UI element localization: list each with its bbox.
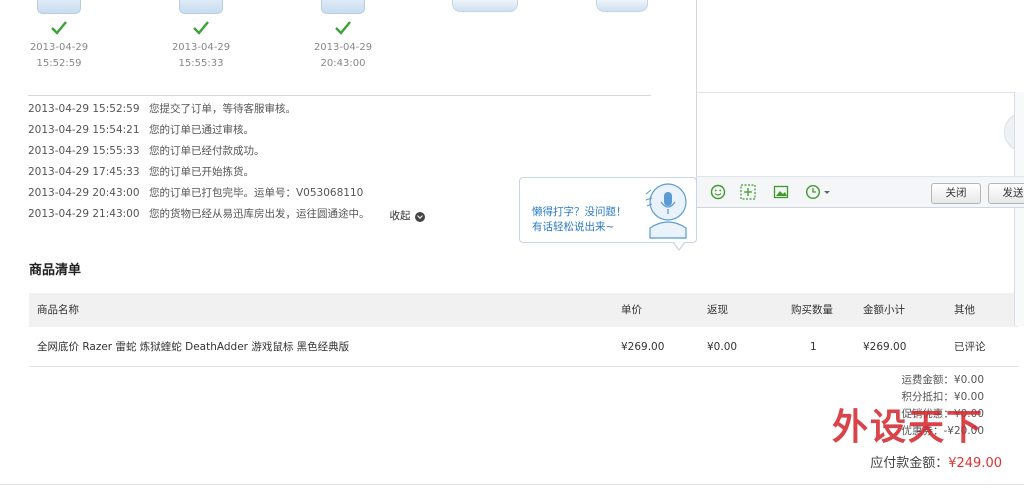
- header-cashback: 返现: [707, 304, 728, 316]
- step-date: 2013-04-29: [171, 42, 231, 53]
- log-message: 您的订单已打包完毕。运单号：V053068110: [149, 187, 364, 199]
- log-message: 您的订单已通过审核。: [149, 124, 254, 136]
- product-price: ¥269.00: [621, 341, 665, 353]
- log-time: 2013-04-29 20:43:00: [28, 187, 140, 199]
- log-time: 2013-04-29 21:43:00: [28, 208, 140, 220]
- image-icon[interactable]: [773, 184, 789, 200]
- chat-toolbar: 关闭 发送: [696, 176, 1024, 208]
- log-message: 您的货物已经从易迅库房出发，运往圆通途中。: [149, 208, 370, 220]
- watermark-logo: 外设天下: [832, 398, 1008, 448]
- product-qty: 1: [810, 341, 817, 353]
- log-row: 2013-04-29 21:43:00 您的货物已经从易迅库房出发，运往圆通途中…: [28, 206, 425, 227]
- progress-step-1: 2013-04-29 15:52:59: [4, 0, 114, 72]
- chevron-down-icon[interactable]: [823, 184, 831, 200]
- header-qty: 购买数量: [791, 304, 833, 316]
- header-price: 单价: [621, 304, 642, 316]
- voice-tip-line1: 懒得打字？没问题！: [532, 206, 627, 218]
- check-icon: [193, 21, 209, 35]
- clock-icon[interactable]: [805, 184, 821, 200]
- send-button[interactable]: 发送: [988, 183, 1024, 204]
- step-date: 2013-04-29: [29, 42, 89, 53]
- header-other: 其他: [954, 304, 975, 316]
- step-time: 20:43:00: [320, 58, 366, 69]
- header-name: 商品名称: [37, 304, 79, 316]
- shipping-fee: 运费金额：¥0.00: [901, 374, 984, 386]
- check-icon: [51, 21, 67, 35]
- table-row: 全网底价 Razer 雷蛇 炼狱蝰蛇 DeathAdder 游戏鼠标 黑色经典版…: [29, 327, 1019, 367]
- log-message: 您的订单已开始拣货。: [149, 166, 254, 178]
- product-cashback: ¥0.00: [707, 341, 738, 353]
- payable-label: 应付款金额：: [870, 456, 949, 471]
- payable-total: 应付款金额：¥249.00: [870, 452, 1002, 471]
- log-time: 2013-04-29 15:54:21: [28, 124, 140, 136]
- chat-message-area[interactable]: [696, 0, 1024, 92]
- order-log: 2013-04-29 15:52:59 您提交了订单，等待客服审核。 2013-…: [28, 101, 425, 227]
- step-date: 2013-04-29: [313, 42, 373, 53]
- collapse-toggle[interactable]: 收起: [390, 206, 425, 227]
- step-image: [179, 0, 223, 14]
- log-row: 2013-04-29 15:54:21 您的订单已通过审核。: [28, 122, 425, 143]
- voice-tip-line2: 有话轻松说出来~: [532, 221, 615, 233]
- step-image: [321, 0, 365, 14]
- emoji-icon[interactable]: [710, 184, 726, 200]
- chevron-down-icon: [414, 211, 425, 222]
- step-time: 15:55:33: [178, 58, 224, 69]
- chat-input-area[interactable]: [696, 92, 1024, 176]
- voice-mascot-icon: [645, 183, 687, 239]
- footer-divider: [0, 484, 1024, 485]
- log-time: 2013-04-29 17:45:33: [28, 166, 140, 178]
- product-table-header: 商品名称 单价 返现 购买数量 金额小计 其他: [29, 293, 1019, 327]
- log-row: 2013-04-29 20:43:00 您的订单已打包完毕。运单号：V05306…: [28, 185, 425, 206]
- step-time: 15:52:59: [36, 58, 82, 69]
- progress-step-3: 2013-04-29 20:43:00: [288, 0, 398, 72]
- divider: [28, 95, 651, 96]
- step-image: [37, 0, 81, 14]
- watermark-text: 外设天下: [832, 406, 985, 448]
- check-icon: [335, 21, 351, 35]
- close-button[interactable]: 关闭: [931, 183, 981, 204]
- chat-side-panel: [1014, 92, 1024, 326]
- log-row: 2013-04-29 15:52:59 您提交了订单，等待客服审核。: [28, 101, 425, 122]
- log-message: 您的订单已经付款成功。: [149, 145, 265, 157]
- product-subtotal: ¥269.00: [863, 341, 907, 353]
- voice-tip-text: 懒得打字？没问题！ 有话轻松说出来~: [532, 205, 627, 235]
- bubble-tail-inner: [673, 241, 685, 249]
- product-name-link[interactable]: 全网底价 Razer 雷蛇 炼狱蝰蛇 DeathAdder 游戏鼠标 黑色经典版: [37, 327, 349, 367]
- header-subtotal: 金额小计: [863, 304, 905, 316]
- log-row: 2013-04-29 15:55:33 您的订单已经付款成功。: [28, 143, 425, 164]
- log-time: 2013-04-29 15:55:33: [28, 145, 140, 157]
- payable-amount: ¥249.00: [948, 456, 1002, 471]
- step-image-5: [596, 0, 648, 12]
- log-time: 2013-04-29 15:52:59: [28, 103, 140, 115]
- product-section-title: 商品清单: [29, 263, 82, 278]
- log-message: 您提交了订单，等待客服审核。: [149, 103, 296, 115]
- collapse-label: 收起: [389, 210, 411, 222]
- progress-step-2: 2013-04-29 15:55:33: [146, 0, 256, 72]
- step-image-4: [452, 0, 518, 12]
- voice-tip-bubble[interactable]: 懒得打字？没问题！ 有话轻松说出来~: [519, 177, 697, 243]
- screenshot-icon[interactable]: [740, 184, 756, 200]
- log-row: 2013-04-29 17:45:33 您的订单已开始拣货。: [28, 164, 425, 185]
- product-review-status[interactable]: 已评论: [954, 327, 986, 367]
